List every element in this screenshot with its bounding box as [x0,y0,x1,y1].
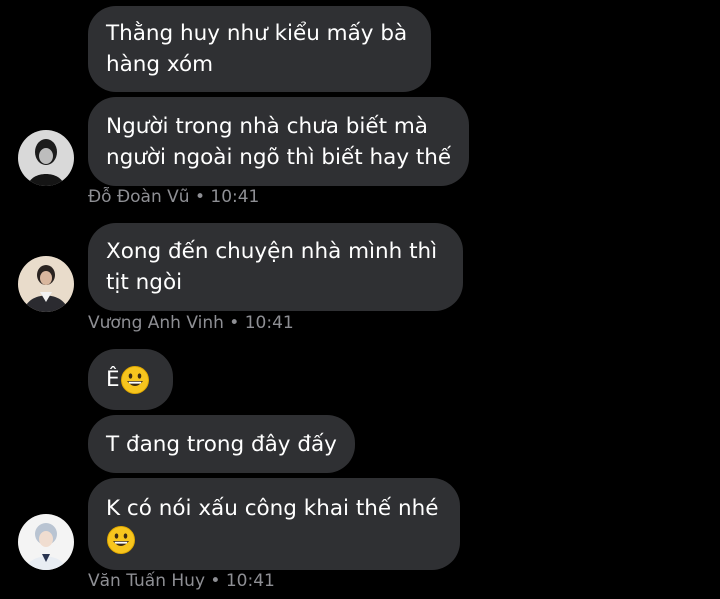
message-line: Thằng huy như kiểu mấy bà [106,21,408,46]
sender-meta: Đỗ Đoàn Vũ • 10:41 [88,187,260,207]
avatar[interactable] [18,256,74,312]
message-text: K có nói xấu công khai thế nhé [106,496,439,521]
message-bubble-2[interactable]: Người trong nhà chưa biết mà người ngoài… [88,97,469,186]
message-line: hàng xóm [106,52,214,77]
message-line: người ngoài ngõ thì biết hay thế [106,144,452,170]
message-bubble-4[interactable]: Ê [88,349,173,410]
grinning-face-icon [120,365,150,395]
message-text: T đang trong đây đấy [106,431,337,457]
message-text: Ê [106,367,120,392]
grinning-face-icon [106,525,136,555]
sender-meta: Văn Tuấn Huy • 10:41 [88,571,275,591]
avatar[interactable] [18,130,74,186]
message-bubble-3[interactable]: Xong đến chuyện nhà mình thì tịt ngòi [88,223,463,311]
message-line: Xong đến chuyện nhà mình thì [106,239,438,264]
message-bubble-5[interactable]: T đang trong đây đấy [88,415,355,473]
sender-meta: Vương Anh Vinh • 10:41 [88,313,294,333]
message-bubble-1[interactable]: Thằng huy như kiểu mấy bà hàng xóm [88,6,431,92]
avatar[interactable] [18,514,74,570]
message-line: tịt ngòi [106,270,183,295]
message-line: Người trong nhà chưa biết mà [106,113,428,139]
message-bubble-6[interactable]: K có nói xấu công khai thế nhé [88,478,460,570]
